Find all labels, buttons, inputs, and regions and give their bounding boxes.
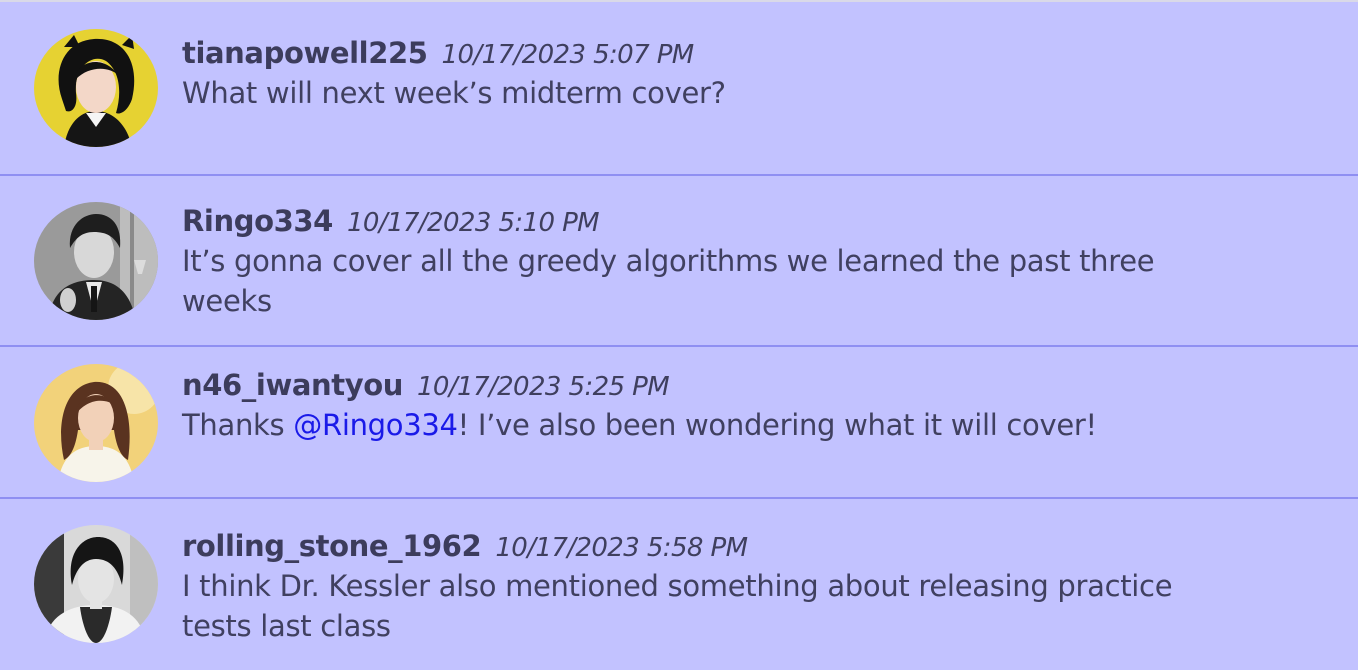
- message-item: Ringo334 10/17/2023 5:10 PM It’s gonna co…: [0, 176, 1358, 345]
- message-text: Thanks @Ringo334! I’ve also been wonderi…: [182, 405, 1322, 445]
- timestamp: 10/17/2023 5:07 PM: [441, 40, 695, 70]
- username[interactable]: n46_iwantyou: [182, 368, 403, 402]
- message-header: n46_iwantyou 10/17/2023 5:25 PM: [182, 367, 670, 408]
- user-mention-link[interactable]: @Ringo334: [293, 408, 458, 442]
- user-avatar-icon[interactable]: [34, 525, 158, 643]
- user-avatar-icon[interactable]: [34, 29, 158, 147]
- message-text-line: I think Dr. Kessler also mentioned somet…: [182, 569, 1173, 603]
- timestamp: 10/17/2023 5:25 PM: [416, 372, 670, 402]
- message-item: n46_iwantyou 10/17/2023 5:25 PM Thanks @R…: [0, 347, 1358, 497]
- message-text-segment: Thanks: [182, 408, 294, 442]
- user-avatar-icon[interactable]: [34, 202, 158, 320]
- timestamp: 10/17/2023 5:10 PM: [346, 208, 600, 238]
- message-header: tianapowell225 10/17/2023 5:07 PM: [182, 35, 694, 76]
- message-text: It’s gonna cover all the greedy algorith…: [182, 241, 1322, 321]
- timestamp: 10/17/2023 5:58 PM: [495, 533, 748, 563]
- message-text-line: weeks: [182, 284, 272, 318]
- username[interactable]: rolling_stone_1962: [182, 529, 482, 563]
- message-thread: tianapowell225 10/17/2023 5:07 PM What wi…: [0, 0, 1358, 670]
- message-text-line: tests last class: [182, 609, 391, 643]
- message-header: rolling_stone_1962 10/17/2023 5:58 PM: [182, 528, 748, 569]
- message-header: Ringo334 10/17/2023 5:10 PM: [182, 203, 600, 244]
- message-item: rolling_stone_1962 10/17/2023 5:58 PM I t…: [0, 499, 1358, 670]
- username[interactable]: tianapowell225: [182, 36, 428, 70]
- message-text: I think Dr. Kessler also mentioned somet…: [182, 566, 1322, 646]
- message-text-segment: ! I’ve also been wondering what it will …: [457, 408, 1097, 442]
- message-text: What will next week’s midterm cover?: [182, 76, 726, 110]
- message-item: tianapowell225 10/17/2023 5:07 PM What wi…: [0, 2, 1358, 174]
- message-text-line: It’s gonna cover all the greedy algorith…: [182, 244, 1155, 278]
- username[interactable]: Ringo334: [182, 204, 333, 238]
- user-avatar-icon[interactable]: [34, 364, 158, 482]
